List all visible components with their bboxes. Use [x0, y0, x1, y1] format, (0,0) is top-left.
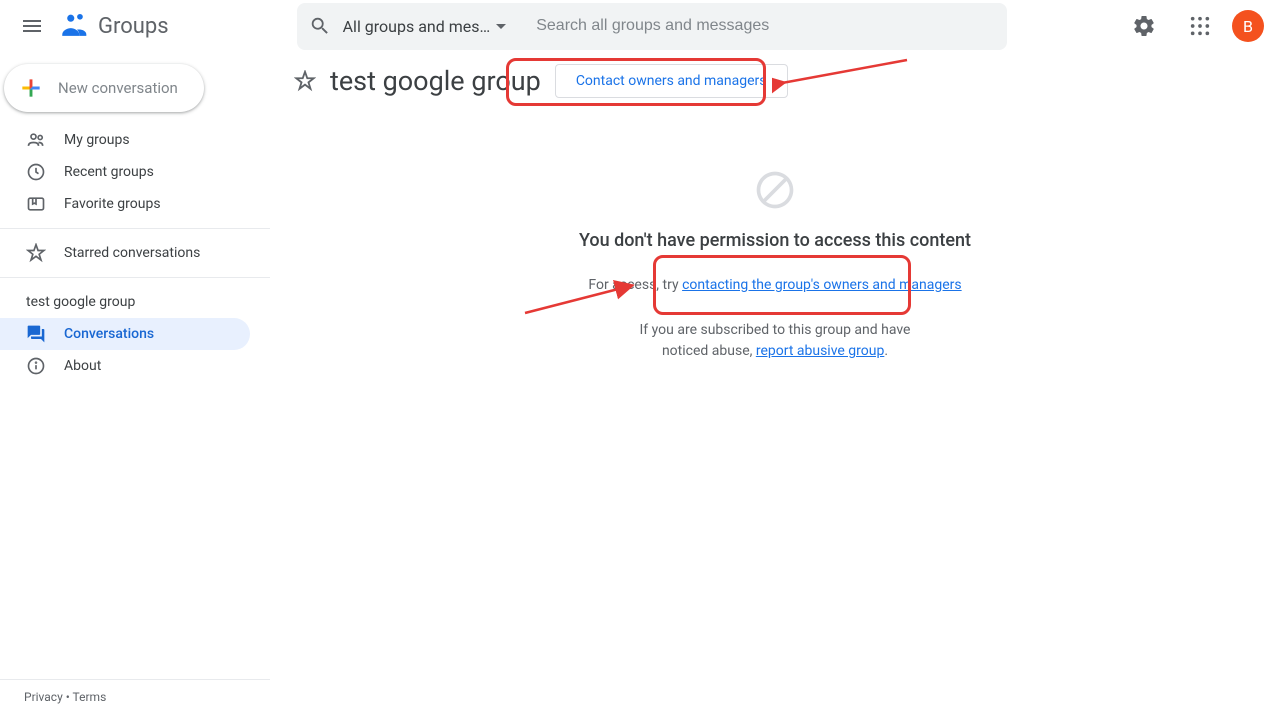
settings-button[interactable] [1120, 2, 1168, 50]
group-title: test google group [330, 65, 541, 97]
app-name: Groups [98, 14, 169, 39]
divider [0, 228, 270, 229]
search-icon [309, 15, 331, 37]
contact-owners-link[interactable]: contacting the group's owners and manage… [682, 277, 962, 293]
account-avatar[interactable]: B [1232, 10, 1264, 42]
sidebar-item-conversations[interactable]: Conversations [0, 318, 250, 350]
bookmark-icon [26, 194, 46, 214]
body-container: New conversation My groups Recent groups… [0, 52, 1280, 704]
plus-icon [18, 75, 44, 101]
divider [0, 277, 270, 278]
header-actions: B [1120, 2, 1272, 50]
report-abuse-link[interactable]: report abusive group [756, 343, 884, 359]
sidebar-item-starred[interactable]: Starred conversations [0, 237, 270, 269]
access-prefix: For access, try [588, 277, 682, 293]
forum-icon [26, 324, 46, 344]
terms-link[interactable]: Terms [73, 690, 107, 704]
search-bar[interactable]: All groups and mes… [297, 3, 1007, 50]
sidebar-item-label: Favorite groups [64, 196, 161, 212]
title-row: test google group Contact owners and man… [294, 64, 1256, 98]
search-input[interactable] [536, 17, 994, 35]
block-icon [753, 168, 797, 212]
sidebar-footer: Privacy • Terms [0, 679, 270, 704]
avatar-initial: B [1243, 17, 1253, 36]
sidebar-item-label: Starred conversations [64, 245, 200, 261]
footer-sep: • [63, 690, 73, 704]
groups-logo-icon [58, 9, 92, 43]
abuse-suffix: . [884, 343, 888, 359]
search-scope-dropdown[interactable]: All groups and mes… [343, 17, 517, 36]
sidebar: New conversation My groups Recent groups… [0, 52, 270, 704]
access-hint: For access, try contacting the group's o… [570, 269, 979, 302]
main-menu-button[interactable] [8, 2, 56, 50]
info-icon [26, 356, 46, 376]
apps-button[interactable] [1176, 2, 1224, 50]
hamburger-icon [20, 14, 44, 38]
new-conversation-label: New conversation [58, 79, 178, 97]
dropdown-icon [496, 24, 506, 29]
sidebar-item-label: Conversations [64, 326, 154, 342]
sidebar-item-label: About [64, 358, 101, 374]
clock-icon [26, 162, 46, 182]
empty-state: You don't have permission to access this… [294, 168, 1256, 362]
sidebar-item-label: Recent groups [64, 164, 154, 180]
search-scope-label: All groups and mes… [343, 17, 491, 36]
sidebar-item-about[interactable]: About [0, 350, 270, 382]
new-conversation-button[interactable]: New conversation [4, 64, 204, 112]
app-header: Groups All groups and mes… B [0, 0, 1280, 52]
apps-icon [1189, 15, 1211, 37]
gear-icon [1132, 14, 1156, 38]
sidebar-item-recent-groups[interactable]: Recent groups [0, 156, 270, 188]
contact-owners-button[interactable]: Contact owners and managers [555, 64, 788, 98]
people-icon [26, 130, 46, 150]
no-permission-heading: You don't have permission to access this… [579, 230, 971, 251]
star-outline-icon [294, 70, 316, 92]
app-logo[interactable]: Groups [58, 9, 169, 43]
sidebar-group-name: test google group [0, 286, 270, 318]
star-outline-icon [26, 243, 46, 263]
sidebar-item-my-groups[interactable]: My groups [0, 124, 270, 156]
star-group-button[interactable] [294, 70, 316, 92]
abuse-text: If you are subscribed to this group and … [625, 320, 925, 362]
sidebar-item-label: My groups [64, 132, 130, 148]
sidebar-item-favorite-groups[interactable]: Favorite groups [0, 188, 270, 220]
main-content: test google group Contact owners and man… [270, 52, 1280, 704]
privacy-link[interactable]: Privacy [24, 690, 63, 704]
